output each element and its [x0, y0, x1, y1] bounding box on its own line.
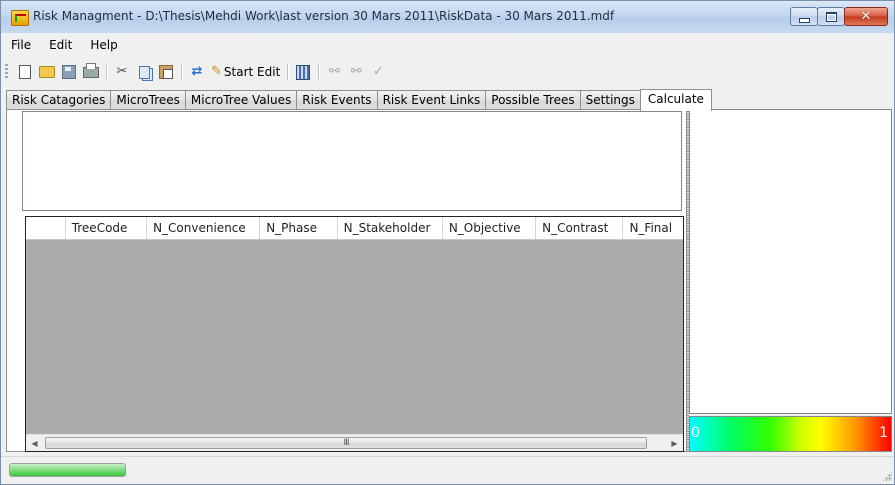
tab-strip: Risk Catagories MicroTrees MicroTree Val…	[6, 88, 712, 111]
app-icon	[11, 10, 29, 26]
tab-possible-trees[interactable]: Possible Trees	[485, 90, 581, 110]
new-icon	[19, 65, 31, 79]
print-icon	[83, 62, 99, 78]
link-button[interactable]: ⚯	[326, 64, 342, 80]
menu-file[interactable]: File	[1, 38, 40, 52]
edit-pencil-icon: ✎	[211, 64, 222, 79]
copy-button[interactable]	[136, 64, 152, 80]
tab-microtree-values[interactable]: MicroTree Values	[184, 90, 298, 110]
toolbar-grip[interactable]	[5, 64, 8, 80]
resize-grip-icon[interactable]	[882, 471, 892, 481]
row-header-corner[interactable]	[26, 217, 66, 239]
copy-icon	[138, 65, 150, 79]
maximize-button[interactable]	[817, 7, 845, 26]
cut-button[interactable]: ✂	[114, 64, 130, 80]
new-button[interactable]	[17, 64, 33, 80]
toolbar-separator	[181, 64, 182, 80]
horizontal-scrollbar[interactable]: ◀ III ▶	[26, 434, 683, 451]
title-bar[interactable]: Risk Managment - D:\Thesis\Mehdi Work\la…	[1, 1, 894, 33]
status-bar	[1, 456, 894, 484]
toolbar-separator	[106, 64, 107, 80]
check-icon: ✓	[372, 64, 384, 79]
column-header[interactable]: N_Contrast	[536, 217, 624, 239]
cut-icon: ✂	[116, 64, 128, 79]
calculator-icon	[296, 64, 311, 80]
tab-risk-events[interactable]: Risk Events	[296, 90, 378, 110]
close-button[interactable]: ✕	[844, 7, 888, 26]
minimize-icon	[798, 17, 810, 23]
refresh-icon: ⇄	[191, 64, 203, 79]
column-header[interactable]: N_Objective	[443, 217, 537, 239]
tab-calculate[interactable]: Calculate	[639, 89, 712, 111]
menu-help[interactable]: Help	[81, 38, 126, 52]
tab-risk-event-links[interactable]: Risk Event Links	[376, 90, 487, 110]
unlink-icon: ⚯	[350, 64, 362, 79]
close-icon: ✕	[860, 9, 872, 24]
scroll-grip-icon: III	[343, 438, 350, 448]
paste-button[interactable]	[158, 64, 174, 80]
maximize-icon	[825, 11, 837, 22]
paste-icon	[159, 65, 173, 79]
start-edit-button[interactable]: ✎ Start Edit	[211, 64, 280, 80]
save-button[interactable]	[61, 64, 77, 80]
column-header[interactable]: N_Convenience	[147, 217, 261, 239]
scroll-left-icon[interactable]: ◀	[26, 435, 43, 451]
unlink-button[interactable]: ⚯	[348, 64, 364, 80]
accept-button[interactable]: ✓	[370, 64, 386, 80]
minimize-button[interactable]	[790, 7, 818, 26]
tab-risk-catagories[interactable]: Risk Catagories	[6, 90, 112, 110]
calculator-button[interactable]	[295, 64, 311, 80]
tree-display-panel[interactable]	[689, 109, 892, 414]
menu-bar: File Edit Help	[1, 34, 894, 56]
progress-fill	[10, 464, 125, 476]
upper-display-box[interactable]	[22, 111, 682, 211]
tab-settings[interactable]: Settings	[579, 90, 641, 110]
menu-edit[interactable]: Edit	[40, 38, 81, 52]
scroll-right-icon[interactable]: ▶	[666, 435, 683, 451]
results-grid[interactable]: TreeCode N_Convenience N_Phase N_Stakeho…	[25, 216, 684, 452]
open-icon	[39, 66, 55, 78]
tab-microtrees[interactable]: MicroTrees	[110, 90, 186, 110]
open-button[interactable]	[39, 64, 55, 80]
refresh-button[interactable]: ⇄	[189, 64, 205, 80]
scroll-thumb[interactable]: III	[45, 437, 647, 449]
legend-min-label: 0	[691, 425, 700, 441]
grid-header: TreeCode N_Convenience N_Phase N_Stakeho…	[26, 217, 683, 240]
column-header[interactable]: N_Phase	[260, 217, 338, 239]
column-header[interactable]: N_Stakeholder	[338, 217, 443, 239]
main-window: Risk Managment - D:\Thesis\Mehdi Work\la…	[0, 0, 895, 485]
color-scale-legend: 0 1	[689, 416, 892, 452]
progress-bar	[9, 463, 126, 477]
column-header[interactable]: N_Final	[623, 217, 683, 239]
toolbar-separator	[287, 64, 289, 80]
save-icon	[62, 65, 76, 79]
start-edit-label: Start Edit	[223, 65, 281, 79]
print-button[interactable]	[83, 62, 99, 80]
toolbar: ✂ ⇄ ✎ Start Edit ⚯ ⚯ ✓	[1, 59, 894, 85]
link-icon: ⚯	[328, 64, 340, 79]
column-header[interactable]: TreeCode	[66, 217, 148, 239]
window-controls: ✕	[790, 7, 888, 26]
window-title: Risk Managment - D:\Thesis\Mehdi Work\la…	[33, 9, 615, 23]
toolbar-separator	[318, 64, 320, 80]
grid-body[interactable]	[26, 240, 683, 431]
legend-max-label: 1	[879, 425, 888, 441]
